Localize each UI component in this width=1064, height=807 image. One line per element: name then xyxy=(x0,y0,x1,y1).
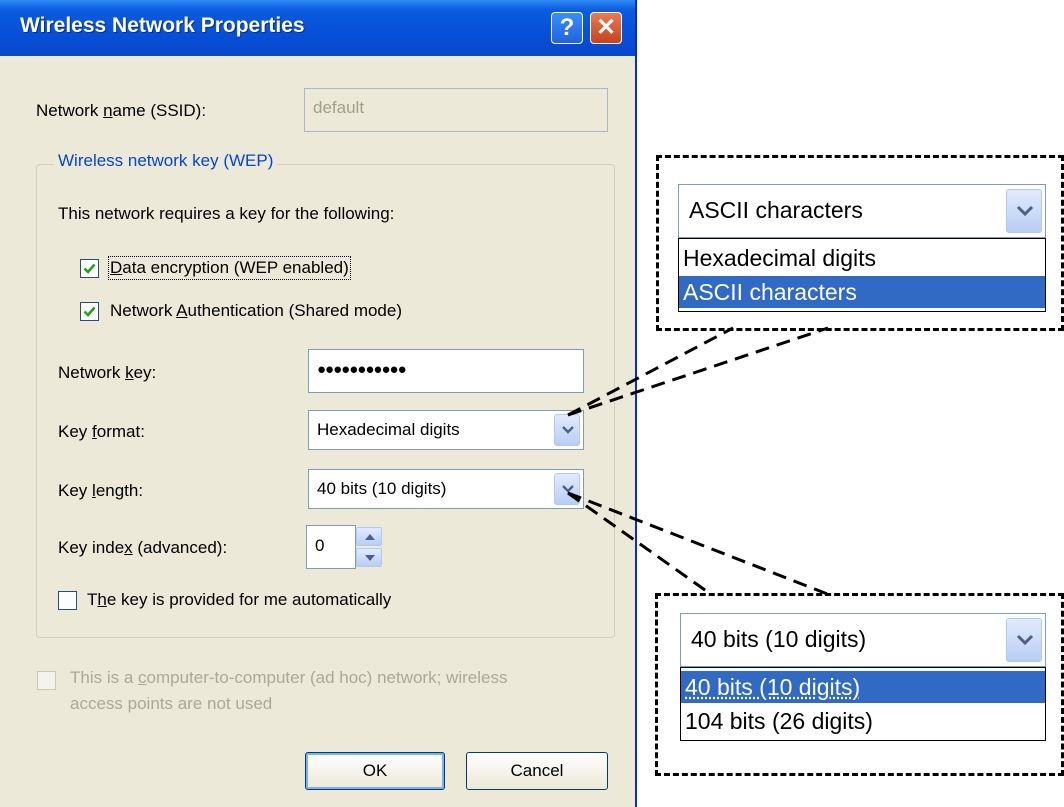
leader-line-format-2 xyxy=(567,326,829,417)
key-format-zoom-select[interactable]: ASCII characters xyxy=(678,184,1046,238)
key-format-option-hex[interactable]: Hexadecimal digits xyxy=(679,242,1045,274)
key-length-zoom-select[interactable]: 40 bits (10 digits) xyxy=(680,613,1046,667)
key-format-option-ascii[interactable]: ASCII characters xyxy=(679,276,1045,308)
leader-line-length-1 xyxy=(567,491,713,597)
leader-line-length-2 xyxy=(567,491,831,597)
key-format-zoom-list: Hexadecimal digits ASCII characters xyxy=(678,238,1046,312)
chevron-down-icon xyxy=(1016,205,1034,217)
key-length-zoom-list: 40 bits (10 digits) 104 bits (26 digits) xyxy=(680,667,1046,741)
key-format-zoom-dropdown-button[interactable] xyxy=(1006,189,1042,233)
chevron-down-icon xyxy=(1016,634,1034,646)
key-length-option-40[interactable]: 40 bits (10 digits) xyxy=(681,671,1045,703)
key-length-zoom-value: 40 bits (10 digits) xyxy=(691,626,867,652)
key-format-zoom-value: ASCII characters xyxy=(689,197,863,223)
key-length-option-104[interactable]: 104 bits (26 digits) xyxy=(681,705,1045,737)
key-length-zoom-dropdown-button[interactable] xyxy=(1006,618,1042,662)
leader-line-format-1 xyxy=(567,326,734,417)
